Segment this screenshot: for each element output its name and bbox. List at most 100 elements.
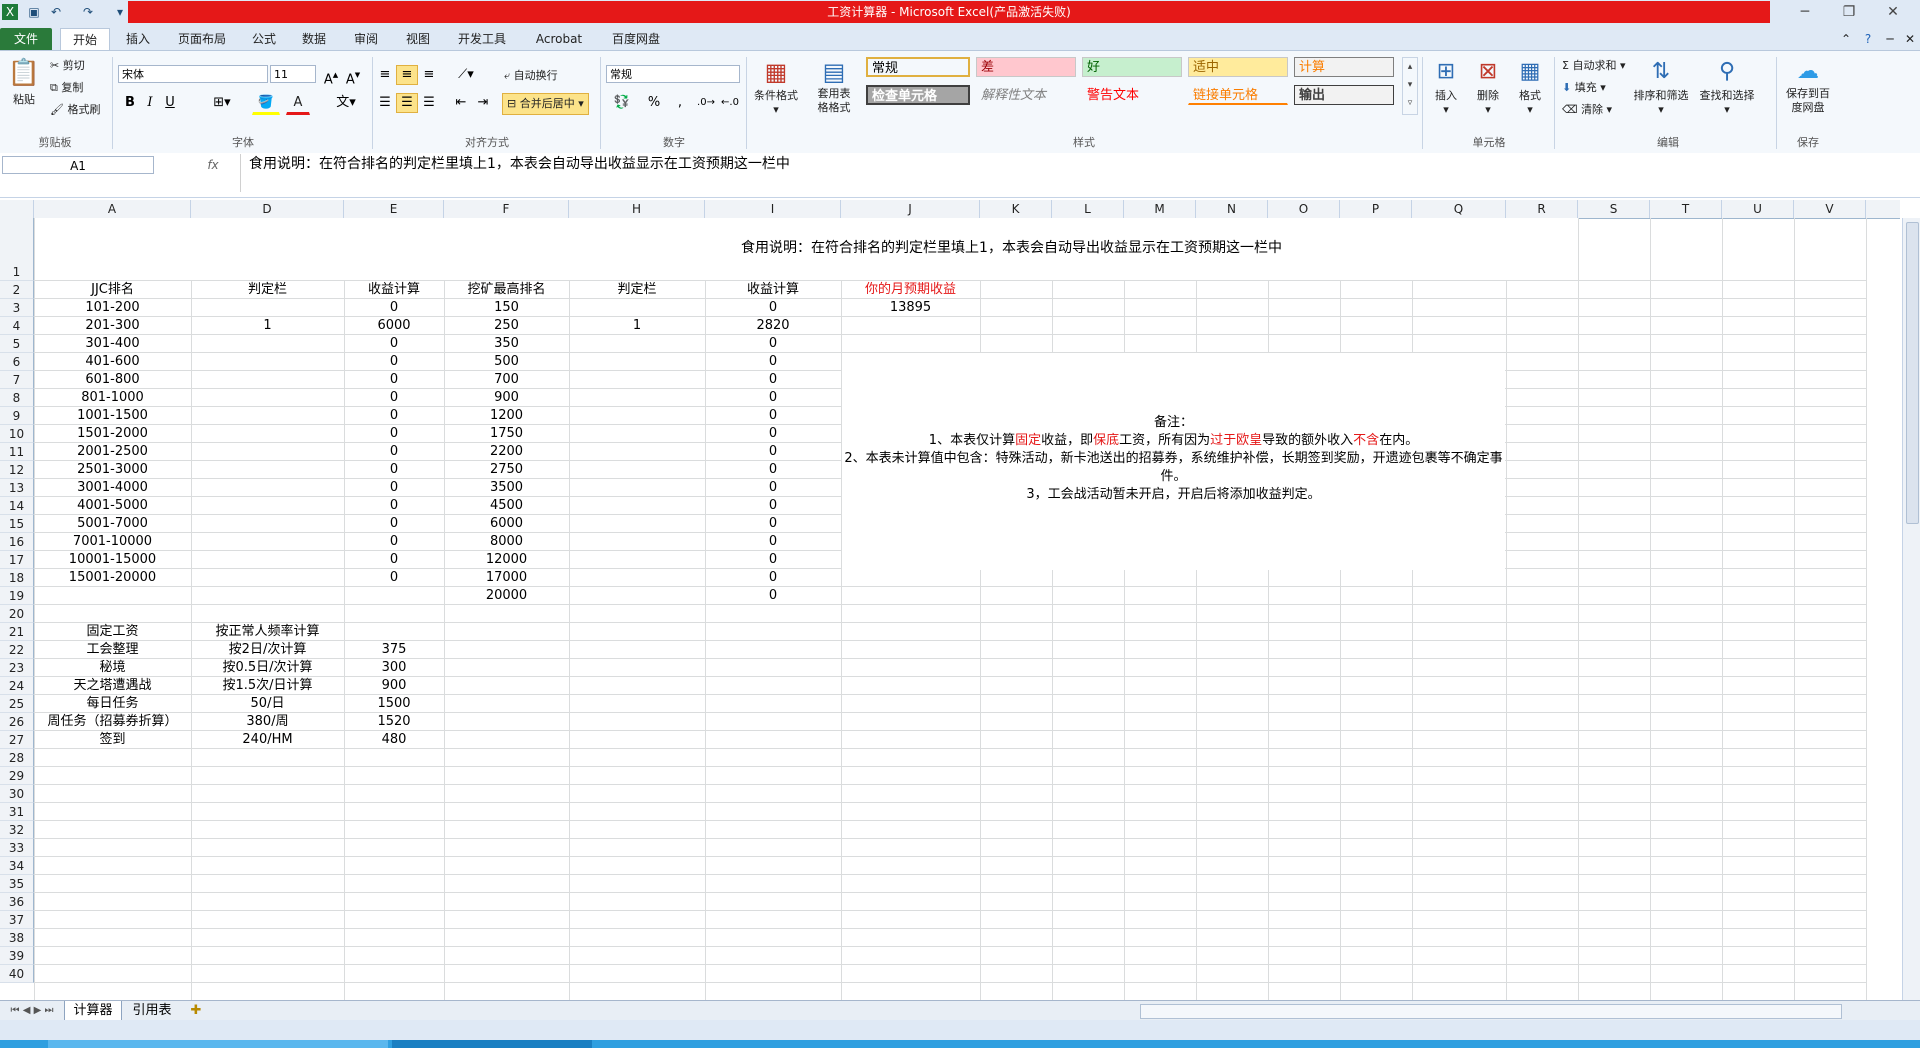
rank-cell-d[interactable]: 1 <box>191 317 344 334</box>
rank-cell-i[interactable]: 0 <box>705 551 841 568</box>
fixed-cell-d[interactable]: 380/周 <box>191 713 344 730</box>
rank-cell-a[interactable]: 5001-7000 <box>34 515 191 532</box>
rank-cell-e[interactable]: 0 <box>344 425 444 442</box>
row-header[interactable]: 23 <box>0 659 34 677</box>
rank-cell-e[interactable]: 6000 <box>344 317 444 334</box>
monthly-expected-value[interactable]: 13895 <box>841 299 980 316</box>
rank-cell-f[interactable]: 150 <box>444 299 569 316</box>
rank-cell-e[interactable]: 0 <box>344 479 444 496</box>
row-header[interactable]: 11 <box>0 443 34 461</box>
row-header[interactable]: 30 <box>0 785 34 803</box>
fixed-cell-e[interactable]: 300 <box>344 659 444 676</box>
row-header[interactable]: 7 <box>0 371 34 389</box>
rank-cell-a[interactable]: 10001-15000 <box>34 551 191 568</box>
row-header[interactable]: 21 <box>0 623 34 641</box>
workbook-close-icon[interactable]: ✕ <box>1900 28 1920 50</box>
fixed-cell-a[interactable]: 秘境 <box>34 659 191 676</box>
rank-cell-e[interactable]: 0 <box>344 389 444 406</box>
rank-cell-a[interactable]: 1001-1500 <box>34 407 191 424</box>
rank-cell-i[interactable]: 0 <box>705 569 841 586</box>
row-header[interactable]: 5 <box>0 335 34 353</box>
row-header[interactable]: 27 <box>0 731 34 749</box>
rank-cell-e[interactable]: 0 <box>344 551 444 568</box>
rank-cell-e[interactable]: 0 <box>344 461 444 478</box>
row-header[interactable]: 31 <box>0 803 34 821</box>
fixed-cell-d[interactable]: 50/日 <box>191 695 344 712</box>
rank-cell-f[interactable]: 700 <box>444 371 569 388</box>
rank-cell-e[interactable]: 0 <box>344 407 444 424</box>
header-income-2[interactable]: 收益计算 <box>705 281 841 298</box>
fixed-cell-d[interactable]: 按0.5日/次计算 <box>191 659 344 676</box>
row-header[interactable]: 8 <box>0 389 34 407</box>
rank-cell-f[interactable]: 20000 <box>444 587 569 604</box>
fixed-cell-a[interactable]: 周任务（招募券折算） <box>34 713 191 730</box>
row-header[interactable]: 37 <box>0 911 34 929</box>
row-header[interactable]: 24 <box>0 677 34 695</box>
rank-cell-i[interactable]: 0 <box>705 497 841 514</box>
taskbar-item[interactable] <box>48 1040 388 1048</box>
row-header[interactable]: 28 <box>0 749 34 767</box>
header-mining-rank[interactable]: 挖矿最高排名 <box>444 281 569 298</box>
row-header[interactable]: 17 <box>0 551 34 569</box>
rank-cell-e[interactable]: 0 <box>344 335 444 352</box>
row-header[interactable]: 22 <box>0 641 34 659</box>
rank-cell-h[interactable]: 1 <box>569 317 705 334</box>
fixed-cell-d[interactable]: 240/HM <box>191 731 344 748</box>
fixed-cell-a[interactable]: 签到 <box>34 731 191 748</box>
sheet-nav-arrows-icon[interactable]: ⏮ ◀ ▶ ⏭ <box>4 1001 60 1020</box>
row-header[interactable]: 29 <box>0 767 34 785</box>
rank-cell-f[interactable]: 4500 <box>444 497 569 514</box>
fixed-cell-e[interactable]: 1500 <box>344 695 444 712</box>
fixed-cell-d[interactable]: 按2日/次计算 <box>191 641 344 658</box>
rank-cell-e[interactable]: 0 <box>344 515 444 532</box>
row-header[interactable]: 39 <box>0 947 34 965</box>
fixed-cell-d[interactable]: 按1.5次/日计算 <box>191 677 344 694</box>
rank-cell-a[interactable]: 601-800 <box>34 371 191 388</box>
rank-cell-i[interactable]: 0 <box>705 533 841 550</box>
row-header[interactable]: 6 <box>0 353 34 371</box>
row-header[interactable]: 13 <box>0 479 34 497</box>
rank-cell-f[interactable]: 1200 <box>444 407 569 424</box>
row-header[interactable]: 25 <box>0 695 34 713</box>
row-header[interactable]: 14 <box>0 497 34 515</box>
fixed-cell-a[interactable]: 工会整理 <box>34 641 191 658</box>
rank-cell-a[interactable]: 7001-10000 <box>34 533 191 550</box>
fixed-cell-e[interactable]: 375 <box>344 641 444 658</box>
notes-block[interactable]: 备注： 1、本表仅计算固定收益，即保底工资，所有因为过于欧皇导致的额外收入不含在… <box>842 414 1505 504</box>
sheet-tab-reference[interactable]: 引用表 <box>124 1001 180 1020</box>
rank-cell-f[interactable]: 2750 <box>444 461 569 478</box>
sheet-tab-calculator[interactable]: 计算器 <box>64 1001 122 1021</box>
rank-cell-e[interactable]: 0 <box>344 299 444 316</box>
fixed-cell-a[interactable]: 天之塔遭遇战 <box>34 677 191 694</box>
row-header[interactable]: 10 <box>0 425 34 443</box>
row-header[interactable]: 3 <box>0 299 34 317</box>
rank-cell-i[interactable]: 0 <box>705 479 841 496</box>
rank-cell-a[interactable]: 301-400 <box>34 335 191 352</box>
horizontal-scrollbar[interactable] <box>1140 1004 1842 1019</box>
rank-cell-i[interactable]: 0 <box>705 587 841 604</box>
row-header[interactable]: 12 <box>0 461 34 479</box>
rank-cell-i[interactable]: 2820 <box>705 317 841 334</box>
rank-cell-a[interactable]: 15001-20000 <box>34 569 191 586</box>
header-jjc-rank[interactable]: JJC排名 <box>34 281 191 298</box>
header-income-1[interactable]: 收益计算 <box>344 281 444 298</box>
rank-cell-a[interactable]: 4001-5000 <box>34 497 191 514</box>
row-header[interactable]: 26 <box>0 713 34 731</box>
header-monthly-expected[interactable]: 你的月预期收益 <box>841 281 980 298</box>
rank-cell-e[interactable]: 0 <box>344 533 444 550</box>
row-header[interactable]: 32 <box>0 821 34 839</box>
rank-cell-f[interactable]: 17000 <box>444 569 569 586</box>
scroll-thumb[interactable] <box>1906 222 1919 524</box>
row-header[interactable]: 2 <box>0 281 34 299</box>
fixed-cell-e[interactable]: 480 <box>344 731 444 748</box>
rank-cell-e[interactable]: 0 <box>344 371 444 388</box>
fixed-cell-a[interactable]: 固定工资 <box>34 623 191 640</box>
rank-cell-a[interactable]: 1501-2000 <box>34 425 191 442</box>
rank-cell-i[interactable]: 0 <box>705 389 841 406</box>
rank-cell-f[interactable]: 500 <box>444 353 569 370</box>
rank-cell-a[interactable]: 801-1000 <box>34 389 191 406</box>
row-header[interactable]: 36 <box>0 893 34 911</box>
row-header[interactable]: 16 <box>0 533 34 551</box>
row-header[interactable]: 9 <box>0 407 34 425</box>
rank-cell-e[interactable]: 0 <box>344 497 444 514</box>
